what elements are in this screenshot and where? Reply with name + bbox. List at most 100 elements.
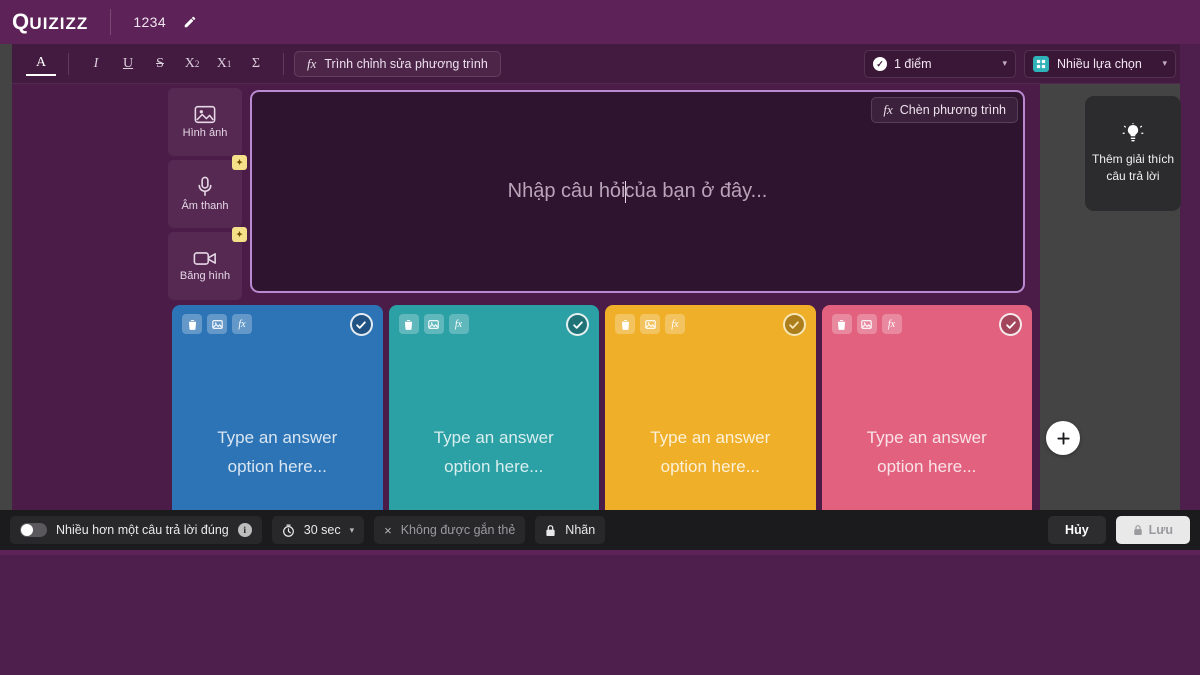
question-type-select[interactable]: Nhiều lựa chọn ▾ xyxy=(1024,49,1176,78)
delete-icon[interactable] xyxy=(615,314,635,334)
answer-4-correct-toggle[interactable] xyxy=(999,313,1022,336)
save-button[interactable]: Lưu xyxy=(1115,516,1190,544)
points-select[interactable]: ✓ 1 điểm ▾ xyxy=(864,49,1016,78)
answer-3-tools: fx xyxy=(615,314,685,334)
multiple-choice-icon xyxy=(1033,55,1049,72)
delete-icon[interactable] xyxy=(398,314,419,334)
quizizz-question-editor: Q UIZIZZ 1234 A I U S X2 X1 Σ fx Trình ch… xyxy=(0,0,1200,675)
equation-editor-button[interactable]: fx Trình chỉnh sửa phương trình xyxy=(294,50,501,77)
lock-icon xyxy=(545,524,556,537)
save-label: Lưu xyxy=(1148,523,1173,537)
quizizz-logo[interactable]: Q UIZIZZ xyxy=(12,9,88,35)
chevron-down-icon-type: ▾ xyxy=(1162,58,1167,68)
delete-icon[interactable] xyxy=(831,314,852,334)
answer-4-placeholder[interactable]: Type an answer option here... xyxy=(822,423,1033,481)
audio-premium-badge: ✦ xyxy=(232,155,247,170)
add-answer-explanation-button[interactable]: Thêm giải thích câu trả lời xyxy=(1085,96,1181,211)
multi-answer-toggle[interactable] xyxy=(20,523,47,537)
answer-1-correct-toggle[interactable] xyxy=(349,313,373,336)
check-circle-icon: ✓ xyxy=(873,56,887,71)
points-value: 1 điểm xyxy=(894,56,932,71)
label-text: Nhãn xyxy=(565,523,596,537)
header-divider xyxy=(110,9,112,35)
label-group[interactable]: Nhãn xyxy=(535,516,606,544)
editor-bottom-bar: Nhiều hơn một câu trả lời đúng i 30 sec … xyxy=(0,510,1200,550)
equation-icon[interactable]: fx xyxy=(448,314,469,334)
answer-3-correct-toggle[interactable] xyxy=(782,313,806,336)
equation-icon[interactable]: fx xyxy=(665,314,685,334)
timer-group[interactable]: 30 sec ▾ xyxy=(271,516,365,544)
cancel-button[interactable]: Hủy xyxy=(1048,516,1106,544)
lightbulb-icon xyxy=(1122,122,1144,145)
answer-option-2[interactable]: fx Type an answer option here... xyxy=(388,305,600,510)
add-answer-option-button[interactable] xyxy=(1046,421,1080,455)
strikethrough-button[interactable]: S xyxy=(145,50,175,78)
video-premium-badge: ✦ xyxy=(232,227,247,242)
pencil-icon[interactable] xyxy=(180,12,200,32)
chevron-down-icon-timer: ▾ xyxy=(349,524,355,535)
underline-label: U xyxy=(122,55,134,71)
add-video-label: Băng hình xyxy=(179,269,231,282)
image-icon[interactable] xyxy=(207,314,227,334)
close-icon[interactable]: × xyxy=(384,523,392,538)
lock-icon-save xyxy=(1133,524,1143,536)
answer-1-placeholder[interactable]: Type an answer option here... xyxy=(172,423,383,481)
answer-option-4[interactable]: fx Type an answer option here... xyxy=(821,305,1033,510)
image-icon[interactable] xyxy=(640,314,660,334)
subscript-label: X xyxy=(216,55,227,71)
underline-button[interactable]: U xyxy=(113,50,143,78)
media-rail: Hình ảnh ✦ Âm thanh ✦ Băng hình xyxy=(168,88,247,300)
superscript-label: X xyxy=(184,55,195,71)
answer-2-placeholder[interactable]: Type an answer option here... xyxy=(389,423,600,481)
superscript-digit: 2 xyxy=(194,58,200,69)
microphone-icon xyxy=(197,176,213,197)
symbol-button[interactable]: Σ xyxy=(241,50,271,78)
page-background-right xyxy=(1180,44,1200,510)
equation-icon[interactable]: fx xyxy=(881,314,902,334)
add-image-button[interactable]: Hình ảnh xyxy=(168,88,242,156)
chevron-down-icon: ▾ xyxy=(1002,58,1007,68)
strikethrough-label: S xyxy=(156,55,164,71)
quiz-title[interactable]: 1234 xyxy=(133,14,166,30)
cancel-label: Hủy xyxy=(1065,523,1089,537)
toggle-knob xyxy=(21,524,33,536)
delete-icon[interactable] xyxy=(182,314,202,334)
toolbar-right-controls: ✓ 1 điểm ▾ Nhiều lựa chọn ▾ xyxy=(864,49,1180,78)
question-placeholder[interactable]: Nhập câu hỏi của bạn ở đây... xyxy=(252,92,1023,291)
answer-4-tools: fx xyxy=(831,314,902,334)
image-icon[interactable] xyxy=(856,314,877,334)
equation-icon[interactable]: fx xyxy=(232,314,252,334)
info-icon[interactable]: i xyxy=(237,523,252,537)
subscript-button[interactable]: X1 xyxy=(209,50,239,78)
tag-label: Không được gắn thẻ xyxy=(400,523,516,537)
multi-answer-label: Nhiều hơn một câu trả lời đúng xyxy=(56,523,229,537)
equation-icon: fx xyxy=(307,55,317,71)
tag-group[interactable]: × Không được gắn thẻ xyxy=(374,516,526,544)
question-input-card[interactable]: fx Chèn phương trình Nhập câu hỏi của bạ… xyxy=(250,90,1025,293)
multi-answer-group: Nhiều hơn một câu trả lời đúng i xyxy=(10,516,262,544)
timer-value: 30 sec xyxy=(303,523,341,537)
text-color-button[interactable]: A xyxy=(26,52,56,76)
format-button-group: A I U S X2 X1 Σ xyxy=(12,50,294,78)
subscript-digit: 1 xyxy=(226,58,232,69)
answer-option-3[interactable]: fx Type an answer option here... xyxy=(605,305,816,510)
answer-1-tools: fx xyxy=(182,314,252,334)
question-type-value: Nhiều lựa chọn xyxy=(1057,56,1142,71)
italic-label: I xyxy=(93,55,99,71)
answer-2-tools: fx xyxy=(398,314,469,334)
modal-scrim-left xyxy=(0,44,12,510)
question-placeholder-part2: của bạn ở đây... xyxy=(624,180,768,202)
answer-option-1[interactable]: fx Type an answer option here... xyxy=(172,305,383,510)
superscript-button[interactable]: X2 xyxy=(177,50,207,78)
format-divider-2 xyxy=(283,52,284,75)
question-placeholder-part1: Nhập câu hỏi xyxy=(507,180,626,202)
add-audio-button[interactable]: ✦ Âm thanh xyxy=(168,155,247,228)
answer-3-placeholder[interactable]: Type an answer option here... xyxy=(605,423,816,481)
text-color-label: A xyxy=(35,54,47,70)
answer-options-row: fx Type an answer option here... fx Type… xyxy=(172,305,1032,510)
add-video-button[interactable]: ✦ Băng hình xyxy=(168,227,247,300)
italic-button[interactable]: I xyxy=(81,50,111,78)
symbol-label: Σ xyxy=(251,55,261,71)
answer-2-correct-toggle[interactable] xyxy=(566,313,589,336)
image-icon[interactable] xyxy=(423,314,444,334)
